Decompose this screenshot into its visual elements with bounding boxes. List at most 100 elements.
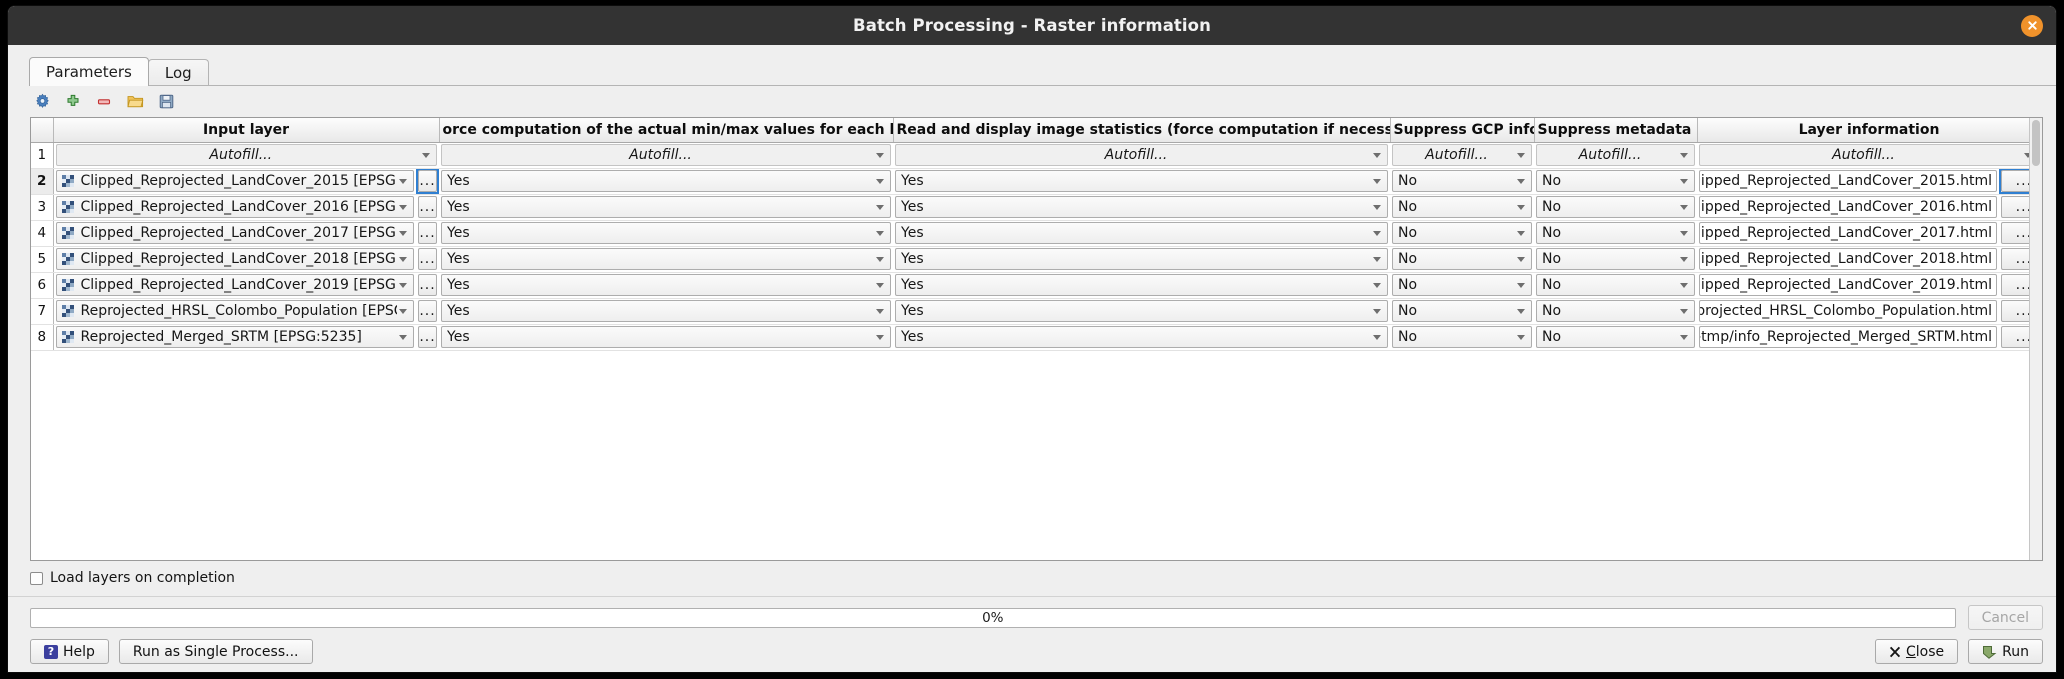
input-layer-combo[interactable]: Clipped_Reprojected_LandCover_2016 [EPSG… (56, 196, 415, 218)
cancel-button[interactable]: Cancel (1968, 605, 2043, 630)
layer-information-input[interactable]: o_Clipped_Reprojected_LandCover_2019.htm… (1699, 274, 1997, 296)
cell-gcp[interactable]: No (1390, 168, 1534, 194)
cell-gcp[interactable]: No (1390, 324, 1534, 350)
autofill-combo-gcp[interactable]: Autofill... (1392, 144, 1532, 166)
cell-input-layer[interactable]: Reprojected_Merged_SRTM [EPSG:5235] (53, 324, 416, 350)
autofill-combo-layer-information[interactable]: Autofill... (1699, 144, 2039, 166)
cell-layer-information[interactable]: o_Clipped_Reprojected_LandCover_2018.htm… (1697, 246, 1999, 272)
gcp-combo[interactable]: No (1392, 170, 1532, 192)
cell-minmax[interactable]: Yes (439, 298, 893, 324)
cell-minmax[interactable]: Yes (439, 246, 893, 272)
minmax-combo[interactable]: Yes (441, 274, 891, 296)
cell-metadata[interactable]: No (1534, 194, 1697, 220)
gcp-combo[interactable]: No (1392, 300, 1532, 322)
metadata-combo[interactable]: No (1536, 326, 1695, 348)
column-header-metadata[interactable]: Suppress metadata info (1534, 118, 1697, 142)
cell-layer-information[interactable]: o_Clipped_Reprojected_LandCover_2019.htm… (1697, 272, 1999, 298)
column-header-input-layer[interactable]: Input layer (53, 118, 439, 142)
cell-minmax[interactable]: Yes (439, 220, 893, 246)
gcp-combo[interactable]: No (1392, 196, 1532, 218)
cell-gcp[interactable]: No (1390, 298, 1534, 324)
layer-information-input[interactable]: o_Clipped_Reprojected_LandCover_2015.htm… (1699, 170, 1997, 192)
cell-minmax[interactable]: Yes (439, 272, 893, 298)
input-layer-combo[interactable]: Clipped_Reprojected_LandCover_2019 [EPSG… (56, 274, 415, 296)
input-layer-browse-button[interactable]: ... (418, 248, 437, 270)
tab-log[interactable]: Log (148, 59, 209, 86)
cell-input-layer-browse[interactable]: ... (416, 194, 439, 220)
stats-combo[interactable]: Yes (895, 248, 1388, 270)
cell-input-layer-browse[interactable]: ... (416, 324, 439, 350)
cell-minmax[interactable]: Yes (439, 168, 893, 194)
layer-information-input[interactable]: o_Clipped_Reprojected_LandCover_2016.htm… (1699, 196, 1997, 218)
help-button[interactable]: ? Help (30, 639, 109, 664)
cell-input-layer[interactable]: Clipped_Reprojected_LandCover_2016 [EPSG… (53, 194, 416, 220)
autofill-cell-gcp[interactable]: Autofill... (1390, 142, 1534, 168)
cell-input-layer[interactable]: Clipped_Reprojected_LandCover_2015 [EPSG… (53, 168, 416, 194)
input-layer-browse-button[interactable]: ... (418, 222, 437, 244)
layer-information-input[interactable]: _Reprojected_HRSL_Colombo_Population.htm… (1699, 300, 1997, 322)
scrollbar-thumb[interactable] (2032, 120, 2040, 166)
cell-stats[interactable]: Yes (893, 168, 1390, 194)
cell-input-layer-browse[interactable]: ... (416, 272, 439, 298)
cell-input-layer-browse[interactable]: ... (416, 220, 439, 246)
stats-combo[interactable]: Yes (895, 300, 1388, 322)
column-header-layer-information[interactable]: Layer information (1697, 118, 2041, 142)
minmax-combo[interactable]: Yes (441, 196, 891, 218)
autofill-cell-minmax[interactable]: Autofill... (439, 142, 893, 168)
layer-information-input[interactable]: ıka-tmp/info_Reprojected_Merged_SRTM.htm… (1699, 326, 1997, 348)
cell-stats[interactable]: Yes (893, 298, 1390, 324)
input-layer-browse-button[interactable]: ... (418, 326, 437, 348)
autofill-cell-layer-information[interactable]: Autofill... (1697, 142, 2041, 168)
cell-gcp[interactable]: No (1390, 220, 1534, 246)
metadata-combo[interactable]: No (1536, 274, 1695, 296)
cell-metadata[interactable]: No (1534, 298, 1697, 324)
autofill-cell-input-layer[interactable]: Autofill... (53, 142, 439, 168)
metadata-combo[interactable]: No (1536, 300, 1695, 322)
input-layer-combo[interactable]: Clipped_Reprojected_LandCover_2017 [EPSG… (56, 222, 415, 244)
open-file-button[interactable] (125, 92, 145, 112)
cell-layer-information[interactable]: ıka-tmp/info_Reprojected_Merged_SRTM.htm… (1697, 324, 1999, 350)
gcp-combo[interactable]: No (1392, 248, 1532, 270)
cell-metadata[interactable]: No (1534, 324, 1697, 350)
autofill-combo-minmax[interactable]: Autofill... (441, 144, 891, 166)
cell-stats[interactable]: Yes (893, 194, 1390, 220)
gcp-combo[interactable]: No (1392, 274, 1532, 296)
cell-layer-information[interactable]: o_Clipped_Reprojected_LandCover_2016.htm… (1697, 194, 1999, 220)
autofill-cell-stats[interactable]: Autofill... (893, 142, 1390, 168)
tab-parameters[interactable]: Parameters (29, 57, 149, 86)
cell-input-layer[interactable]: Clipped_Reprojected_LandCover_2018 [EPSG… (53, 246, 416, 272)
input-layer-combo[interactable]: Reprojected_HRSL_Colombo_Population [EPS… (56, 300, 415, 322)
column-header-minmax[interactable]: orce computation of the actual min/max v… (439, 118, 893, 142)
cell-input-layer[interactable]: Clipped_Reprojected_LandCover_2019 [EPSG… (53, 272, 416, 298)
autofill-cell-metadata[interactable]: Autofill... (1534, 142, 1697, 168)
remove-row-button[interactable] (94, 92, 114, 112)
cell-minmax[interactable]: Yes (439, 194, 893, 220)
stats-combo[interactable]: Yes (895, 274, 1388, 296)
cell-gcp[interactable]: No (1390, 194, 1534, 220)
run-button[interactable]: Run (1968, 639, 2043, 664)
input-layer-browse-button[interactable]: ... (418, 274, 437, 296)
cell-gcp[interactable]: No (1390, 272, 1534, 298)
minmax-combo[interactable]: Yes (441, 248, 891, 270)
cell-input-layer-browse[interactable]: ... (416, 298, 439, 324)
input-layer-browse-button[interactable]: ... (418, 170, 437, 192)
stats-combo[interactable]: Yes (895, 222, 1388, 244)
metadata-combo[interactable]: No (1536, 248, 1695, 270)
cell-metadata[interactable]: No (1534, 220, 1697, 246)
run-as-single-process-button[interactable]: Run as Single Process... (119, 639, 313, 664)
cell-metadata[interactable]: No (1534, 168, 1697, 194)
stats-combo[interactable]: Yes (895, 170, 1388, 192)
stats-combo[interactable]: Yes (895, 196, 1388, 218)
metadata-combo[interactable]: No (1536, 222, 1695, 244)
autofill-combo-metadata[interactable]: Autofill... (1536, 144, 1695, 166)
add-row-button[interactable] (63, 92, 83, 112)
minmax-combo[interactable]: Yes (441, 170, 891, 192)
autofill-combo-input-layer[interactable]: Autofill... (56, 144, 438, 166)
column-header-gcp[interactable]: Suppress GCP info (1390, 118, 1534, 142)
window-close-button[interactable] (2021, 15, 2043, 37)
grid-vertical-scrollbar[interactable] (2029, 118, 2042, 560)
stats-combo[interactable]: Yes (895, 326, 1388, 348)
cell-input-layer-browse[interactable]: ... (416, 246, 439, 272)
cell-gcp[interactable]: No (1390, 246, 1534, 272)
input-layer-combo[interactable]: Clipped_Reprojected_LandCover_2015 [EPSG… (56, 170, 415, 192)
